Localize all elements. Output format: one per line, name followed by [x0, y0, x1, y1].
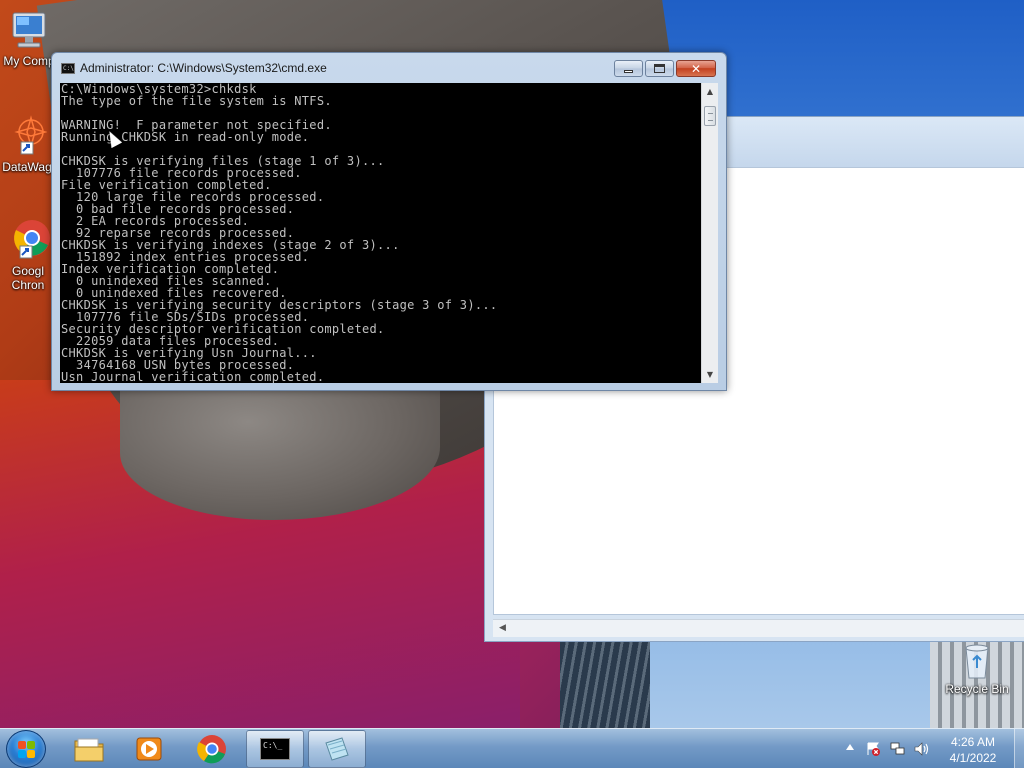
datawag-icon: [14, 115, 47, 155]
close-button[interactable]: ✕: [676, 60, 716, 77]
background-window-horizontal-scrollbar[interactable]: ◀: [493, 619, 1024, 637]
start-button[interactable]: [6, 730, 46, 768]
close-icon: ✕: [690, 61, 702, 76]
cmd-window[interactable]: C:\ Administrator: C:\Windows\System32\c…: [51, 52, 727, 391]
action-center-icon[interactable]: [866, 742, 881, 756]
cmd-app-icon[interactable]: C:\: [61, 63, 75, 74]
scroll-left-icon[interactable]: ◀: [499, 623, 506, 633]
show-desktop-button[interactable]: [1014, 729, 1024, 768]
console-output[interactable]: C:\Windows\system32>chkdsk The type of t…: [60, 83, 701, 383]
desktop-icon-label: My Comp: [3, 54, 55, 68]
taskbar-item-command-prompt[interactable]: C:\_: [246, 730, 304, 768]
window-controls: ✕: [614, 60, 716, 77]
chrome-icon: [14, 220, 50, 259]
desktop-icon-recycle-bin[interactable]: Recycle Bin: [940, 642, 1014, 696]
taskbar-item-google-chrome[interactable]: [183, 730, 241, 768]
clock-date: 4/1/2022: [949, 751, 997, 765]
desktop-icon-datawag[interactable]: DataWag: [0, 112, 58, 174]
cmd-icon: C:\_: [260, 738, 290, 760]
network-icon[interactable]: [890, 742, 905, 756]
window-title: Administrator: C:\Windows\System32\cmd.e…: [80, 61, 327, 75]
desktop-icon-label: Recycle Bin: [945, 682, 1009, 696]
scroll-down-icon[interactable]: ▼: [702, 366, 718, 383]
notepad-icon: [325, 737, 349, 761]
folder-icon: [74, 738, 104, 762]
taskbar-item-windows-explorer[interactable]: [60, 730, 118, 768]
minimize-button[interactable]: [614, 60, 643, 77]
wallpaper-glass: [560, 640, 650, 728]
maximize-button[interactable]: [645, 60, 674, 77]
maximize-icon: [654, 64, 665, 73]
system-clock[interactable]: 4:26 AM 4/1/2022: [934, 734, 1012, 766]
recycle-bin-icon: [965, 644, 989, 679]
clock-time: 4:26 AM: [950, 735, 996, 749]
taskbar-item-media-player[interactable]: [120, 730, 178, 768]
desktop-icon-label: DataWag: [2, 160, 52, 174]
show-hidden-icons-arrow[interactable]: [846, 744, 854, 750]
scrollbar-thumb[interactable]: [704, 106, 716, 126]
console-text: C:\Windows\system32>chkdsk The type of t…: [61, 83, 498, 383]
chrome-icon: [197, 735, 226, 764]
taskbar-item-notepad[interactable]: [308, 730, 366, 768]
media-player-icon: [136, 737, 162, 761]
console-vertical-scrollbar[interactable]: ▲ ▼: [701, 83, 718, 383]
windows-logo-icon: [18, 741, 36, 759]
computer-icon: [12, 12, 46, 48]
minimize-icon: [624, 70, 633, 73]
cmd-titlebar[interactable]: C:\ Administrator: C:\Windows\System32\c…: [52, 53, 726, 83]
scroll-up-icon[interactable]: ▲: [702, 83, 718, 100]
taskbar: C:\_ 4:26 AM 4/1/2022: [0, 728, 1024, 768]
volume-icon[interactable]: [914, 742, 929, 756]
